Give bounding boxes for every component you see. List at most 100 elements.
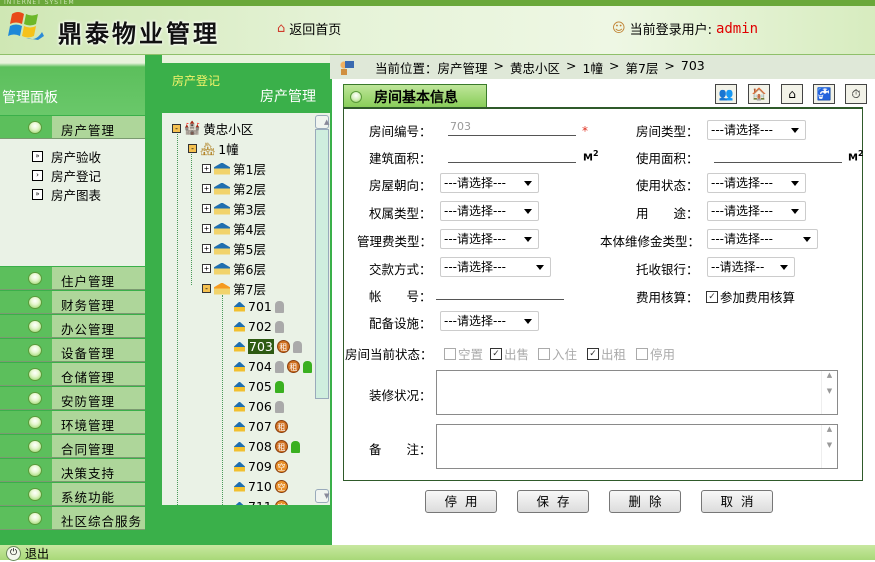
tree-node-building[interactable]: - 🏘 1幢: [188, 139, 239, 158]
pay-method-select[interactable]: ---请选择---: [440, 257, 551, 277]
decoration-textarea[interactable]: ▲ ▼: [436, 370, 838, 415]
build-area-input[interactable]: [448, 147, 576, 163]
breadcrumb-item[interactable]: 房产管理: [438, 58, 488, 77]
submenu: » 房产验收 › 房产登记 » 房产图表: [0, 139, 145, 266]
tree-node-room[interactable]: 701: [234, 299, 284, 314]
nav-section-property[interactable]: 房产管理: [0, 116, 145, 139]
tree-node-room[interactable]: 708 租: [234, 439, 300, 454]
scroll-down-icon[interactable]: ▼: [315, 489, 329, 503]
tree-scrollbar[interactable]: ▲ ▼: [314, 113, 330, 505]
nav-section[interactable]: 社区综合服务: [0, 507, 145, 530]
checkbox-icon: [636, 347, 648, 360]
label-facilities: 配备设施：: [369, 316, 432, 331]
nav-section[interactable]: 财务管理: [0, 291, 145, 314]
vacant-badge: 空: [274, 500, 288, 505]
breadcrumb-separator: >: [664, 57, 675, 73]
facilities-select[interactable]: ---请选择---: [440, 311, 539, 331]
scroll-thumb[interactable]: [315, 129, 329, 399]
room-no-input[interactable]: 703: [448, 120, 576, 136]
tree-node-room[interactable]: 711空: [234, 499, 288, 505]
tree-node-room[interactable]: 706: [234, 399, 284, 414]
tree-node-floor[interactable]: + 第3层: [202, 199, 266, 218]
tree-node-community[interactable]: - 🏰 黄忠小区: [172, 119, 253, 138]
tree-node-room[interactable]: 707 租: [234, 419, 288, 434]
orientation-select[interactable]: ---请选择---: [440, 173, 539, 193]
nav-section[interactable]: 住户管理: [0, 267, 145, 290]
tree-node-room[interactable]: 702: [234, 319, 284, 334]
use-area-input[interactable]: [714, 147, 842, 163]
delete-button[interactable]: 删除: [609, 490, 681, 513]
scroll-up-icon[interactable]: ▲: [315, 115, 329, 129]
fee-check-checkbox[interactable]: ✓ 参加费用核算: [706, 287, 795, 306]
house-add-icon[interactable]: 🏠: [748, 84, 770, 104]
nav-section[interactable]: 办公管理: [0, 315, 145, 338]
tree-node-floor[interactable]: + 第4层: [202, 219, 266, 238]
expand-icon: +: [202, 264, 211, 273]
status-checkbox[interactable]: 入住: [538, 344, 577, 363]
collapse-icon: -: [202, 284, 211, 293]
tenant-icon[interactable]: 👥: [715, 84, 737, 104]
fee-type-select[interactable]: ---请选择---: [440, 229, 539, 249]
double-arrow-icon: »: [32, 189, 43, 200]
tree-node-floor[interactable]: + 第2层: [202, 179, 266, 198]
save-button[interactable]: 保存: [517, 490, 589, 513]
account-input[interactable]: [436, 284, 564, 300]
breadcrumb-item[interactable]: 1幢: [583, 58, 603, 77]
tree-node-floor[interactable]: + 第6层: [202, 259, 266, 278]
disable-button[interactable]: 停用: [425, 490, 497, 513]
tree-node-room[interactable]: 704 租: [234, 359, 312, 374]
status-checkbox[interactable]: 空置: [444, 344, 483, 363]
clock-icon[interactable]: ⏱: [845, 84, 867, 104]
bank-select[interactable]: --请选择--: [707, 257, 795, 277]
faucet-icon[interactable]: 🚰: [813, 84, 835, 104]
tree-node-room[interactable]: 709 空: [234, 459, 288, 474]
nav-section[interactable]: 设备管理: [0, 339, 145, 362]
room-icon: [234, 301, 245, 312]
nav-section[interactable]: 决策支持: [0, 459, 145, 482]
room-type-select[interactable]: ---请选择---: [707, 120, 806, 140]
breadcrumb-item[interactable]: 第7层: [625, 58, 658, 77]
home-link[interactable]: ⌂ 返回首页: [277, 19, 341, 38]
person-gray-icon: [274, 320, 284, 333]
nav-section[interactable]: 环境管理: [0, 411, 145, 434]
nav-section[interactable]: 仓储管理: [0, 363, 145, 386]
tree-node-room[interactable]: 705: [234, 379, 284, 394]
breadcrumb-item[interactable]: 黄忠小区: [510, 58, 560, 77]
logout-button[interactable]: ⏻ 退出: [6, 545, 49, 562]
tree-node-floor[interactable]: + 第5层: [202, 239, 266, 258]
room-icon: [234, 481, 245, 492]
status-checkbox[interactable]: 停用: [636, 344, 675, 363]
submenu-item[interactable]: » 房产验收: [32, 147, 101, 166]
label-build-area: 建筑面积：: [369, 151, 432, 166]
textarea-scrollbar[interactable]: ▲ ▼: [821, 425, 837, 468]
purpose-select[interactable]: ---请选择---: [707, 201, 806, 221]
tree-node-room[interactable]: 703 租: [234, 339, 302, 354]
ownership-select[interactable]: ---请选择---: [440, 201, 539, 221]
breadcrumb-item[interactable]: 703: [681, 58, 705, 77]
expand-icon: +: [202, 244, 211, 253]
person-green-icon: [302, 360, 312, 373]
floor-icon: [214, 202, 230, 215]
tree-node-floor[interactable]: + 第1层: [202, 159, 266, 178]
nav-section[interactable]: 合同管理: [0, 435, 145, 458]
ball-icon: [28, 368, 42, 381]
panel-header: 管理面板: [0, 55, 145, 115]
maint-fund-select[interactable]: ---请选择---: [707, 229, 818, 249]
label-fee-type: 管理费类型：: [357, 234, 433, 249]
house-icon[interactable]: ⌂: [781, 84, 803, 104]
remark-textarea[interactable]: ▲ ▼: [436, 424, 838, 469]
tree-node-room[interactable]: 710 空: [234, 479, 288, 494]
submenu-item[interactable]: › 房产登记: [32, 166, 101, 185]
textarea-scrollbar[interactable]: ▲ ▼: [821, 371, 837, 414]
nav-section[interactable]: 系统功能: [0, 483, 145, 506]
tree-node-floor[interactable]: - 第7层: [202, 279, 266, 298]
tab-room-info[interactable]: 房间基本信息: [343, 84, 487, 108]
submenu-item[interactable]: » 房产图表: [32, 185, 101, 204]
expand-icon: +: [202, 224, 211, 233]
use-status-select[interactable]: ---请选择---: [707, 173, 806, 193]
status-checkbox[interactable]: ✓ 出租: [587, 344, 626, 363]
nav-section[interactable]: 安防管理: [0, 387, 145, 410]
cancel-button[interactable]: 取消: [701, 490, 773, 513]
ball-icon: [28, 296, 42, 309]
status-checkbox[interactable]: ✓ 出售: [490, 344, 529, 363]
